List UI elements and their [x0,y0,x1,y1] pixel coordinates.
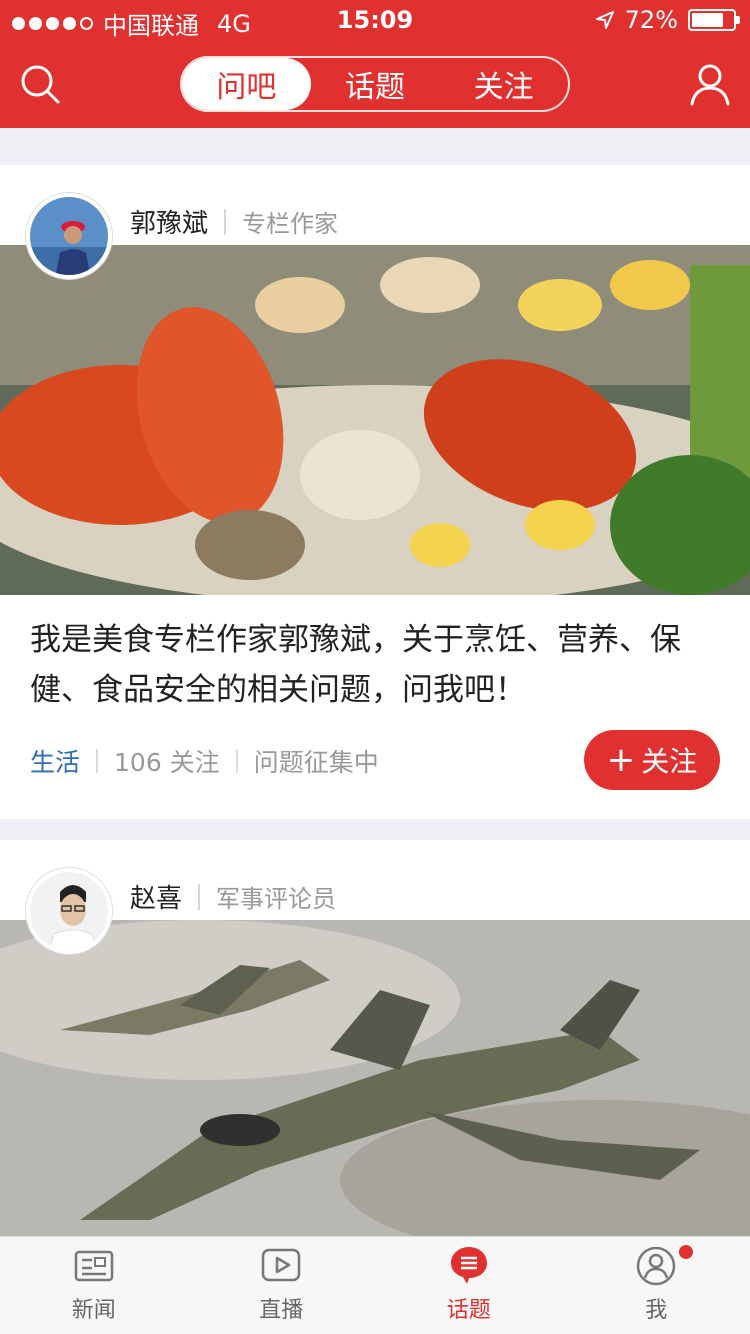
tabbar-item-live[interactable]: 直播 [188,1237,376,1334]
category-link[interactable]: 生活 [30,743,80,779]
author-info: 赵喜 军事评论员 [130,878,336,915]
tabbar-item-topics[interactable]: 话题 [375,1237,563,1334]
segment-control: 问吧 话题 关注 [180,56,570,112]
avatar[interactable] [26,193,112,279]
tab-wenba[interactable]: 问吧 [182,58,311,110]
news-icon [74,1250,113,1282]
search-button[interactable] [18,62,62,106]
battery-icon [688,9,740,31]
notification-badge [676,1243,695,1261]
profile-icon [637,1246,676,1286]
user-button[interactable] [688,62,732,106]
tabbar-label: 话题 [446,1298,491,1323]
author-name[interactable]: 赵喜 [130,878,182,915]
topic-card[interactable]: 赵喜 军事评论员 [0,840,750,1240]
follower-count: 106 关注 [114,748,220,777]
topic-card[interactable]: 郭豫斌 专栏作家 我是美食专栏作家郭豫斌，关于烹饪、营养、保健、食品安全的相关问… [0,165,750,819]
topic-meta: 生活 106 关注 问题征集中 [30,743,379,779]
battery-percent: 72% [624,6,678,34]
search-icon [21,65,60,104]
status-right: 72% [595,6,740,34]
topic-status: 问题征集中 [253,748,379,777]
author-role: 专栏作家 [242,210,339,238]
cover-image-jets[interactable] [0,920,750,1240]
bottom-tab-bar: 新闻 直播 话题 我 [0,1236,750,1334]
plus-icon: + [606,740,636,780]
follow-label: 关注 [641,745,698,778]
tabbar-item-me[interactable]: 我 [563,1237,750,1334]
cover-image-seafood[interactable] [0,245,750,595]
top-bar: 中国联通 4G 15:09 72% 问吧 话题 关注 [0,0,750,128]
status-bar: 中国联通 4G 15:09 72% [0,0,750,40]
tabbar-label: 新闻 [71,1298,116,1323]
avatar[interactable] [26,868,112,954]
user-icon [690,64,730,106]
follow-button[interactable]: + 关注 [584,730,720,790]
tab-topics[interactable]: 话题 [311,58,440,110]
tabbar-item-news[interactable]: 新闻 [0,1237,188,1334]
location-icon [595,11,614,29]
author-name[interactable]: 郭豫斌 [130,203,208,240]
topic-icon [450,1247,487,1284]
tab-following[interactable]: 关注 [439,58,568,110]
tabbar-label: 我 [645,1298,668,1323]
author-info: 郭豫斌 专栏作家 [130,203,338,240]
tabbar-label: 直播 [259,1298,304,1323]
author-role: 军事评论员 [216,885,337,913]
topic-title[interactable]: 我是美食专栏作家郭豫斌，关于烹饪、营养、保健、食品安全的相关问题，问我吧！ [30,615,720,715]
play-icon [262,1248,301,1282]
